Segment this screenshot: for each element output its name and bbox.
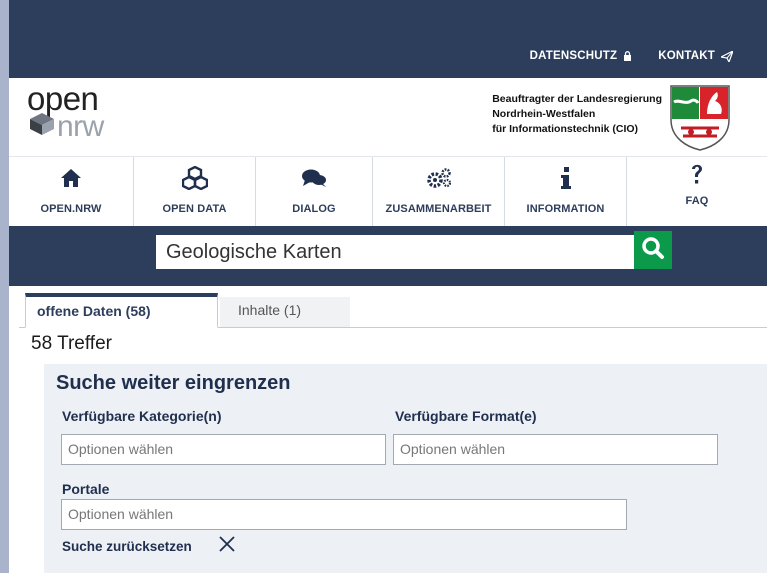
result-tabs: Inhalte (1) offene Daten (58) <box>9 286 767 328</box>
nav-label-faq: FAQ <box>685 195 709 207</box>
top-bar: DATENSCHUTZ KONTAKT <box>0 0 767 78</box>
cio-line-1: Beauftragter der Landesregierung <box>492 93 662 105</box>
cio-text: Beauftragter der Landesregierung Nordrhe… <box>492 92 662 137</box>
search-band: Geologische Karten <box>9 226 767 286</box>
main-nav: OPEN.NRW OPEN DATA DIALOG ZUSAMMENARBEIT… <box>9 156 767 227</box>
kontakt-label: KONTAKT <box>658 50 715 62</box>
nav-item-information[interactable]: INFORMATION <box>505 157 627 227</box>
open-nrw-logo[interactable]: open nrw <box>27 82 104 143</box>
cubes-icon <box>181 166 208 190</box>
kontakt-link[interactable]: KONTAKT <box>658 50 733 62</box>
nav-label-open-data: OPEN DATA <box>162 203 227 215</box>
nav-label-zusammenarbeit: ZUSAMMENARBEIT <box>385 203 492 215</box>
filter-panel: Suche weiter eingrenzen Verfügbare Kateg… <box>44 364 767 573</box>
gears-icon <box>426 167 452 189</box>
nav-label-information: INFORMATION <box>526 203 605 215</box>
nrw-crest-icon <box>669 84 731 157</box>
close-icon[interactable] <box>218 535 236 558</box>
comments-icon <box>301 167 327 189</box>
filter-title: Suche weiter eingrenzen <box>56 372 291 394</box>
portale-label: Portale <box>62 481 110 497</box>
left-edge-strip <box>0 0 9 573</box>
home-icon <box>60 167 82 189</box>
category-select[interactable]: Optionen wählen <box>61 434 386 465</box>
nav-item-faq[interactable]: FAQ <box>627 157 767 227</box>
search-button[interactable] <box>634 231 672 269</box>
question-icon <box>690 163 704 185</box>
tab-offene-daten[interactable]: offene Daten (58) <box>25 293 218 328</box>
logo-nrw-text: nrw <box>57 109 104 143</box>
cio-line-3: für Informationstechnik (CIO) <box>492 123 639 135</box>
nav-item-dialog[interactable]: DIALOG <box>256 157 373 227</box>
nav-item-zusammenarbeit[interactable]: ZUSAMMENARBEIT <box>373 157 505 227</box>
top-links: DATENSCHUTZ KONTAKT <box>530 50 733 62</box>
format-select[interactable]: Optionen wählen <box>393 434 718 465</box>
nav-item-open-data[interactable]: OPEN DATA <box>134 157 256 227</box>
datenschutz-link[interactable]: DATENSCHUTZ <box>530 50 633 62</box>
search-input[interactable]: Geologische Karten <box>156 235 639 269</box>
paper-plane-icon <box>721 50 733 62</box>
results-count: 58 Treffer <box>31 333 112 354</box>
search-icon <box>641 236 665 265</box>
cube-logo-icon <box>27 111 57 142</box>
reset-search-label: Suche zurücksetzen <box>62 539 192 554</box>
category-label: Verfügbare Kategorie(n) <box>62 408 222 424</box>
nav-item-open-nrw[interactable]: OPEN.NRW <box>9 157 134 227</box>
nav-label-dialog: DIALOG <box>292 203 336 215</box>
site-header: open nrw Beauftragter der Landesregierun… <box>9 78 767 156</box>
tab-inhalte[interactable]: Inhalte (1) <box>220 297 350 327</box>
portale-select[interactable]: Optionen wählen <box>61 499 627 530</box>
nav-label-open-nrw: OPEN.NRW <box>40 203 102 215</box>
cio-line-2: Nordrhein-Westfalen <box>492 108 596 120</box>
lock-icon <box>623 51 632 61</box>
format-label: Verfügbare Format(e) <box>395 408 537 424</box>
info-icon <box>560 167 572 189</box>
datenschutz-label: DATENSCHUTZ <box>529 50 618 62</box>
reset-search[interactable]: Suche zurücksetzen <box>62 535 236 558</box>
